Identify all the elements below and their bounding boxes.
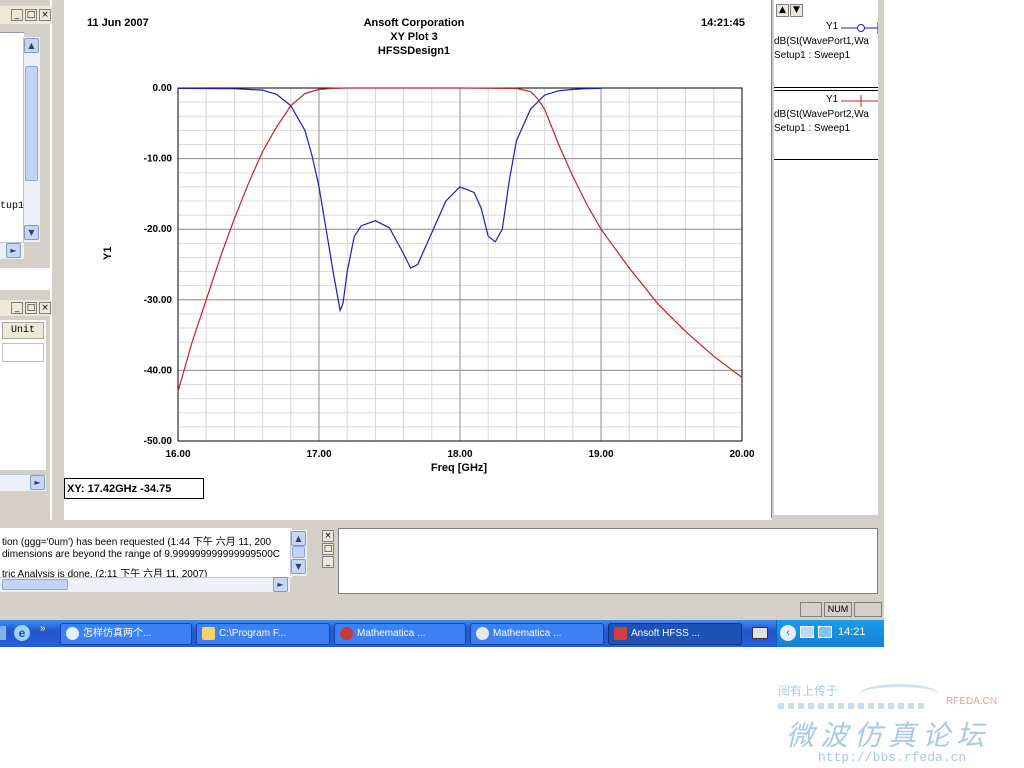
legend-entry-1[interactable]: Y1 dB(St(WavePort1,Wa Setup1 : Sweep1	[774, 18, 878, 88]
scroll-right-icon[interactable]: ►	[273, 577, 288, 592]
taskbar-item-label: 怎样仿真两个...	[83, 628, 152, 639]
legend-y-label: Y1	[826, 94, 839, 105]
tray-clock[interactable]: 14:21	[838, 626, 866, 638]
x-tick-label: 19.00	[588, 449, 613, 460]
monitor-icon[interactable]	[818, 626, 832, 638]
x-tick-label: 18.00	[447, 449, 472, 460]
x-tick-label: 20.00	[729, 449, 754, 460]
plot-date: 11 Jun 2007	[87, 17, 149, 29]
browser-icon	[66, 627, 79, 640]
close-icon[interactable]: ×	[322, 530, 334, 542]
scroll-thumb[interactable]	[292, 546, 305, 558]
status-bar	[0, 600, 884, 620]
taskbar-item-mathematica-1[interactable]: Mathematica ...	[334, 623, 466, 645]
tray-expand-icon[interactable]: ‹	[780, 625, 796, 641]
plot-frame	[52, 0, 64, 520]
x-tick-label: 17.00	[306, 449, 331, 460]
y-tick-label: -50.00	[144, 436, 173, 447]
message-line: tion (ggg='0um') has been requested (1:4…	[2, 537, 272, 548]
scroll-down-icon[interactable]: ▼	[291, 559, 306, 574]
x-tick-label: 16.00	[165, 449, 190, 460]
scroll-thumb[interactable]	[2, 579, 68, 590]
taskbar-item-ansoft-hfss[interactable]: Ansoft HFSS ...	[608, 623, 742, 645]
plot-company: Ansoft Corporation	[363, 17, 465, 29]
y-tick-label: -10.00	[144, 154, 173, 165]
folder-icon	[202, 627, 215, 640]
legend-trace-name: dB(St(WavePort1,Wa	[774, 36, 869, 47]
taskbar-item-label: Mathematica ...	[493, 628, 562, 639]
xy-plot-chart[interactable]: 16.00 17.00 18.00 19.00 20.00 0.00 -10.00 -20.0…	[64, 60, 764, 480]
maximize-icon[interactable]: □	[25, 302, 37, 314]
num-lock-text: NUM	[827, 604, 849, 614]
watermark-brand: RFEDA.CN	[946, 696, 998, 707]
message-line: dimensions are beyond the range of 9.999…	[2, 549, 280, 560]
scroll-down-icon[interactable]: ▼	[24, 225, 39, 240]
status-num-indicator: NUM	[824, 602, 852, 617]
mathematica-icon	[340, 627, 353, 640]
taskbar-item-mathematica-2[interactable]: Mathematica ...	[470, 623, 604, 645]
watermark-url: http://bbs.rfeda.cn	[818, 750, 967, 765]
minimize-icon[interactable]: _	[322, 556, 334, 568]
properties-cell[interactable]	[2, 343, 44, 362]
plot-title: XY Plot 3	[390, 31, 438, 43]
watermark-forum-name: 微波仿真论坛	[786, 720, 991, 751]
network-icon[interactable]	[800, 626, 814, 638]
legend-y-label: Y1	[826, 21, 839, 32]
scroll-right-icon[interactable]: ►	[6, 243, 21, 258]
quicklaunch-more-icon[interactable]: »	[40, 623, 46, 634]
legend-up-icon[interactable]: ▲	[776, 4, 789, 17]
legend-down-icon[interactable]: ▼	[790, 4, 803, 17]
close-icon[interactable]: ×	[39, 302, 51, 314]
watermark-logo-swoosh	[860, 684, 938, 704]
taskbar-item-label: Mathematica ...	[357, 628, 426, 639]
cursor-readout: XY: 17.42GHz -34.75	[64, 478, 204, 499]
maximize-icon[interactable]: □	[322, 543, 334, 555]
scroll-right-icon[interactable]: ►	[30, 475, 45, 490]
tree-item-label[interactable]: tup1	[0, 201, 24, 212]
mathematica-icon	[476, 627, 489, 640]
ie-icon[interactable]: e	[14, 625, 30, 641]
column-header-unit[interactable]: Unit	[2, 322, 44, 339]
maximize-icon[interactable]: □	[25, 9, 37, 21]
keyboard-icon[interactable]	[752, 627, 768, 639]
legend-line-sample	[841, 22, 878, 34]
watermark-uploader-text: 阅有上传于	[778, 684, 839, 698]
y-tick-label: -30.00	[144, 295, 173, 306]
close-icon[interactable]: ×	[39, 9, 51, 21]
legend-trace-name: dB(St(WavePort2,Wa	[774, 109, 869, 120]
taskbar-item-label: Ansoft HFSS ...	[631, 628, 700, 639]
status-indicator-left	[800, 602, 822, 617]
minimize-icon[interactable]: _	[11, 302, 23, 314]
taskbar-item-label: C:\Program F...	[219, 628, 287, 639]
cursor-readout-text: XY: 17.42GHz -34.75	[67, 483, 172, 495]
y-tick-label: -20.00	[144, 224, 173, 235]
minimize-icon[interactable]: _	[11, 9, 23, 21]
legend-line-sample	[841, 95, 878, 107]
legend-entry-2[interactable]: Y1 dB(St(WavePort2,Wa Setup1 : Sweep1	[774, 90, 878, 160]
legend-setup-name: Setup1 : Sweep1	[774, 123, 851, 134]
x-axis-label: Freq [GHz]	[430, 462, 488, 474]
y-axis-label: Y1	[102, 246, 114, 260]
scroll-up-icon[interactable]: ▲	[291, 531, 306, 546]
watermark-bar	[778, 703, 928, 709]
quicklaunch-icon[interactable]	[0, 626, 6, 640]
taskbar-item-explorer[interactable]: C:\Program F...	[196, 623, 330, 645]
y-tick-label: -40.00	[144, 365, 173, 376]
plot-design: HFSSDesign1	[377, 45, 451, 57]
y-tick-label: 0.00	[153, 83, 173, 94]
plot-time: 14:21:45	[701, 17, 746, 29]
ansoft-icon	[614, 627, 627, 640]
legend-setup-name: Setup1 : Sweep1	[774, 50, 851, 61]
scroll-up-icon[interactable]: ▲	[24, 38, 39, 53]
status-empty-indicator	[854, 602, 882, 617]
progress-window	[338, 528, 878, 594]
scroll-thumb[interactable]	[25, 66, 38, 181]
taskbar-item-browser[interactable]: 怎样仿真两个...	[60, 623, 192, 645]
